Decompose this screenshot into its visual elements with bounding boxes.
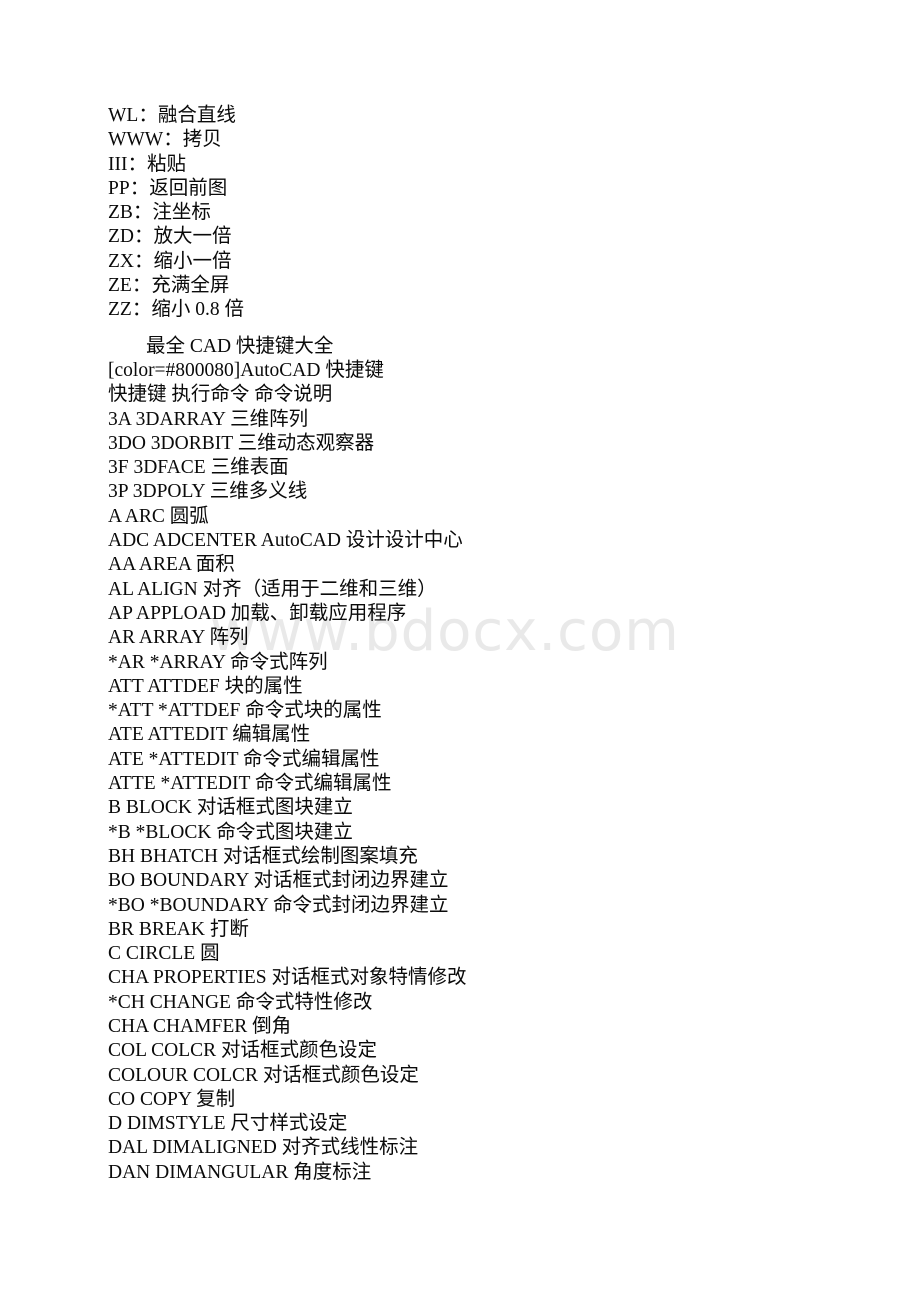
text-line: 3P 3DPOLY 三维多义线 [108, 481, 308, 503]
text-line: DAN DIMANGULAR 角度标注 [108, 1161, 372, 1183]
text-line: D DIMSTYLE 尺寸样式设定 [108, 1113, 348, 1135]
text-line: COL COLCR 对话框式颜色设定 [108, 1040, 378, 1062]
color-tag-line: [color=#800080]AutoCAD 快捷键 [108, 359, 384, 381]
text-line: AA AREA 面积 [108, 554, 235, 576]
text-line: COLOUR COLCR 对话框式颜色设定 [108, 1064, 419, 1086]
text-line: *B *BLOCK 命令式图块建立 [108, 821, 353, 843]
text-line: *ATT *ATTDEF 命令式块的属性 [108, 700, 382, 722]
text-line: AR ARRAY 阵列 [108, 627, 249, 649]
text-line: *CH CHANGE 命令式特性修改 [108, 991, 373, 1013]
text-line: BO BOUNDARY 对话框式封闭边界建立 [108, 870, 449, 892]
document-page: www.bdocx.com WL：融合直线 WWW：拷贝 III：粘贴 PP：返… [0, 0, 920, 1302]
text-line: ATE *ATTEDIT 命令式编辑属性 [108, 748, 380, 770]
text-line: 3F 3DFACE 三维表面 [108, 457, 289, 479]
text-line: ATE ATTEDIT 编辑属性 [108, 724, 311, 746]
text-line: WWW：拷贝 [108, 129, 222, 151]
text-line: CO COPY 复制 [108, 1088, 236, 1110]
column-header-line: 快捷键 执行命令 命令说明 [108, 384, 333, 406]
text-line: BH BHATCH 对话框式绘制图案填充 [108, 845, 418, 867]
text-line: B BLOCK 对话框式图块建立 [108, 797, 353, 819]
text-line: ZZ：缩小 0.8 倍 [108, 299, 244, 321]
text-line: ADC ADCENTER AutoCAD 设计设计中心 [108, 530, 463, 552]
text-line: ATTE *ATTEDIT 命令式编辑属性 [108, 773, 392, 795]
text-line: CHA CHAMFER 倒角 [108, 1015, 292, 1037]
cad-command-list: 3A 3DARRAY 三维阵列 3DO 3DORBIT 三维动态观察器 3F 3… [108, 408, 848, 1186]
text-line: III：粘贴 [108, 153, 186, 175]
text-line: 3A 3DARRAY 三维阵列 [108, 408, 309, 430]
text-line: PP：返回前图 [108, 177, 228, 199]
text-line: CHA PROPERTIES 对话框式对象特情修改 [108, 967, 467, 989]
text-line: DAL DIMALIGNED 对齐式线性标注 [108, 1137, 419, 1159]
shortcut-abbrev-list: WL：融合直线 WWW：拷贝 III：粘贴 PP：返回前图 ZB：注坐标 ZD：… [108, 104, 848, 323]
cad-shortcut-title-block: 最全 CAD 快捷键大全 [color=#800080]AutoCAD 快捷键 … [108, 335, 848, 408]
text-line: BR BREAK 打断 [108, 918, 249, 940]
document-text-body: WL：融合直线 WWW：拷贝 III：粘贴 PP：返回前图 ZB：注坐标 ZD：… [108, 104, 848, 1185]
text-line: ZE：充满全屏 [108, 275, 230, 297]
text-line: *BO *BOUNDARY 命令式封闭边界建立 [108, 894, 449, 916]
text-line: ZB：注坐标 [108, 202, 211, 224]
text-line: A ARC 圆弧 [108, 505, 209, 527]
text-line: WL：融合直线 [108, 105, 236, 126]
text-line: AP APPLOAD 加载、卸载应用程序 [108, 602, 407, 624]
text-line: AL ALIGN 对齐（适用于二维和三维） [108, 578, 437, 600]
section-title: 最全 CAD 快捷键大全 [146, 335, 334, 357]
text-line: ATT ATTDEF 块的属性 [108, 675, 303, 697]
text-line: 3DO 3DORBIT 三维动态观察器 [108, 432, 375, 454]
text-line: ZX：缩小一倍 [108, 250, 232, 272]
text-line: *AR *ARRAY 命令式阵列 [108, 651, 328, 673]
text-line: C CIRCLE 圆 [108, 943, 220, 965]
text-line: ZD：放大一倍 [108, 226, 232, 248]
